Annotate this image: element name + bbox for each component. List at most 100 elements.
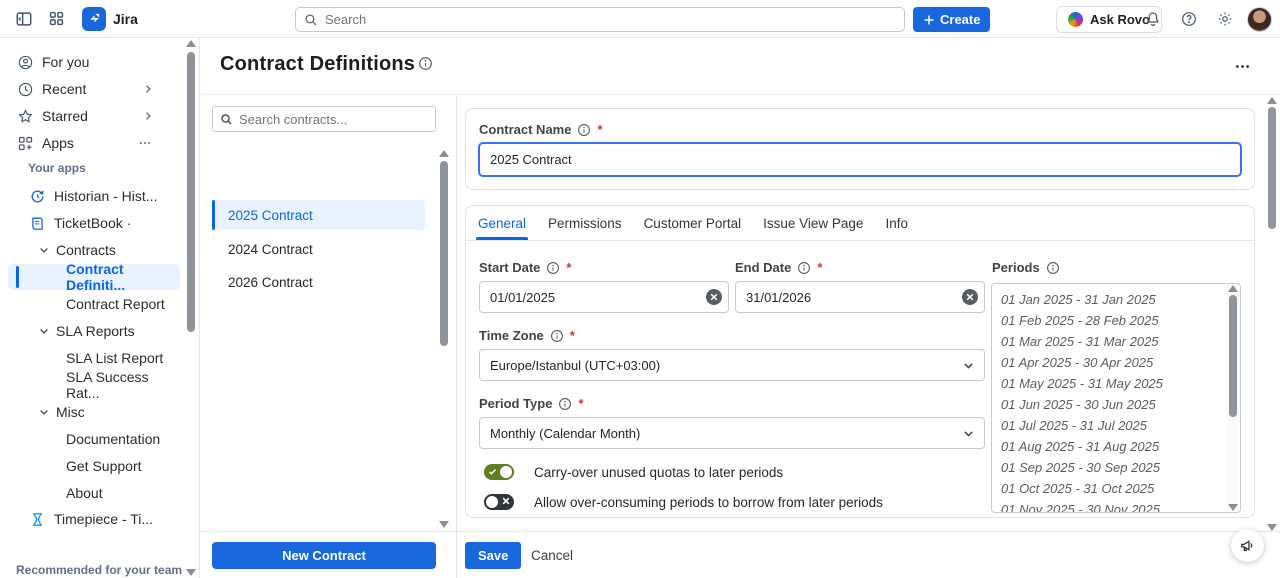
sidebar-item-timepiece[interactable]: Timepiece - Ti... — [8, 506, 180, 532]
sidebar-label: Starred — [42, 108, 88, 124]
sidebar-item-starred[interactable]: Starred — [8, 103, 180, 129]
sidebar-group-sla-reports[interactable]: SLA Reports — [8, 318, 180, 344]
contract-details-card: General Permissions Customer Portal Issu… — [465, 205, 1255, 518]
sidebar-group-misc[interactable]: Misc — [8, 399, 180, 425]
tab-issue-view-page[interactable]: Issue View Page — [763, 216, 863, 240]
period-row: 01 Apr 2025 - 30 Apr 2025 — [992, 352, 1226, 373]
contract-list-item[interactable]: 2026 Contract — [212, 267, 425, 297]
search-icon — [220, 113, 233, 126]
clear-start-date-button[interactable] — [706, 289, 722, 305]
sidebar-label: Recent — [42, 81, 86, 97]
settings-button[interactable] — [1211, 5, 1239, 33]
sidebar-item-about[interactable]: About — [8, 480, 180, 506]
topbar-utilities — [1139, 5, 1272, 33]
period-type-select[interactable]: Monthly (Calendar Month) — [479, 417, 985, 449]
page-more-options-button[interactable] — [1228, 54, 1256, 78]
scrollbar-thumb[interactable] — [440, 161, 448, 346]
search-icon — [304, 13, 318, 27]
sidebar-item-documentation[interactable]: Documentation — [8, 426, 180, 452]
sidebar-label: SLA Reports — [56, 323, 135, 339]
sidebar-item-sla-list-report[interactable]: SLA List Report — [8, 345, 180, 371]
info-icon[interactable] — [1046, 261, 1060, 275]
time-zone-select[interactable]: Europe/Istanbul (UTC+03:00) — [479, 349, 985, 381]
scroll-down-arrow[interactable] — [1228, 504, 1238, 511]
label-text: Periods — [992, 260, 1040, 275]
more-options-icon[interactable] — [138, 136, 152, 150]
start-date-input[interactable] — [479, 281, 729, 313]
sidebar-label: Contracts — [56, 242, 116, 258]
scroll-down-arrow[interactable] — [1267, 524, 1277, 531]
sidebar-item-contract-report[interactable]: Contract Report — [8, 291, 180, 317]
sidebar-collapse-button[interactable] — [10, 5, 38, 33]
page-title-info-icon[interactable] — [418, 56, 433, 76]
period-type-value: Monthly (Calendar Month) — [490, 426, 640, 441]
scroll-down-arrow[interactable] — [439, 521, 449, 528]
sidebar-group-contracts[interactable]: Contracts — [8, 237, 180, 263]
feedback-floating-button[interactable] — [1231, 529, 1264, 562]
scroll-up-arrow[interactable] — [439, 150, 449, 157]
clear-x-icon — [966, 293, 974, 301]
info-icon[interactable] — [558, 397, 572, 411]
scroll-up-arrow[interactable] — [186, 40, 196, 47]
period-row: 01 May 2025 - 31 May 2025 — [992, 373, 1226, 394]
jira-app-name: Jira — [113, 11, 138, 27]
scrollbar-thumb[interactable] — [187, 52, 195, 332]
create-button[interactable]: Create — [913, 7, 990, 32]
info-icon[interactable] — [577, 123, 591, 137]
jira-brand[interactable]: Jira — [82, 7, 138, 31]
global-search-input[interactable] — [325, 12, 896, 27]
scrollbar-thumb[interactable] — [1229, 295, 1237, 417]
end-date-input[interactable] — [735, 281, 985, 313]
help-button[interactable] — [1175, 5, 1203, 33]
new-contract-button[interactable]: New Contract — [212, 542, 436, 569]
ellipsis-icon — [1234, 58, 1251, 75]
info-icon[interactable] — [550, 329, 564, 343]
sidebar-item-ticketbook[interactable]: TicketBook · — [8, 210, 180, 236]
contract-search[interactable] — [212, 106, 436, 132]
contract-name-label: Contract Name * — [479, 122, 603, 137]
tab-info[interactable]: Info — [885, 216, 908, 240]
sidebar-scrollbar[interactable] — [186, 40, 196, 576]
tab-customer-portal[interactable]: Customer Portal — [644, 216, 742, 240]
scrollbar-thumb[interactable] — [1268, 107, 1276, 229]
contract-list-item-selected[interactable]: 2025 Contract — [212, 200, 425, 230]
contract-search-input[interactable] — [239, 112, 428, 127]
periods-scrollbar[interactable] — [1227, 285, 1239, 511]
notifications-button[interactable] — [1139, 5, 1167, 33]
carry-over-toggle[interactable] — [484, 464, 514, 480]
clear-end-date-button[interactable] — [962, 289, 978, 305]
period-row: 01 Jan 2025 - 31 Jan 2025 — [992, 289, 1226, 310]
contract-list-item[interactable]: 2024 Contract — [212, 234, 425, 264]
period-row: 01 Oct 2025 - 31 Oct 2025 — [992, 478, 1226, 499]
x-icon — [502, 497, 510, 505]
contract-list-scrollbar[interactable] — [439, 150, 449, 528]
cancel-button[interactable]: Cancel — [523, 542, 581, 569]
period-row: 01 Sep 2025 - 30 Sep 2025 — [992, 457, 1226, 478]
info-icon[interactable] — [546, 261, 560, 275]
periods-listbox[interactable]: 01 Jan 2025 - 31 Jan 2025 01 Feb 2025 - … — [991, 283, 1241, 513]
app-switcher-button[interactable] — [42, 5, 70, 33]
sidebar-item-historian[interactable]: Historian - Hist... — [8, 183, 180, 209]
save-button[interactable]: Save — [465, 542, 521, 569]
scroll-down-arrow[interactable] — [186, 569, 196, 576]
borrow-toggle[interactable] — [484, 494, 514, 510]
contract-name-input[interactable] — [478, 142, 1242, 177]
global-search[interactable] — [295, 7, 905, 32]
tab-general[interactable]: General — [478, 216, 526, 240]
sidebar-item-apps[interactable]: Apps — [8, 130, 180, 156]
sidebar-item-sla-success-rate[interactable]: SLA Success Rat... — [8, 372, 180, 398]
sidebar-item-recent[interactable]: Recent — [8, 76, 180, 102]
required-asterisk: * — [578, 396, 583, 411]
sidebar-item-contract-definitions[interactable]: Contract Definiti... — [8, 264, 180, 290]
form-scrollbar[interactable] — [1267, 97, 1278, 531]
info-icon[interactable] — [797, 261, 811, 275]
clear-x-icon — [710, 293, 718, 301]
user-avatar[interactable] — [1247, 7, 1272, 32]
sidebar-collapse-icon — [15, 10, 33, 28]
scroll-up-arrow[interactable] — [1267, 97, 1277, 104]
scroll-up-arrow[interactable] — [1228, 285, 1238, 292]
sidebar-item-get-support[interactable]: Get Support — [8, 453, 180, 479]
tab-permissions[interactable]: Permissions — [548, 216, 622, 240]
bell-icon — [1144, 10, 1162, 28]
sidebar-item-for-you[interactable]: For you — [8, 49, 180, 75]
